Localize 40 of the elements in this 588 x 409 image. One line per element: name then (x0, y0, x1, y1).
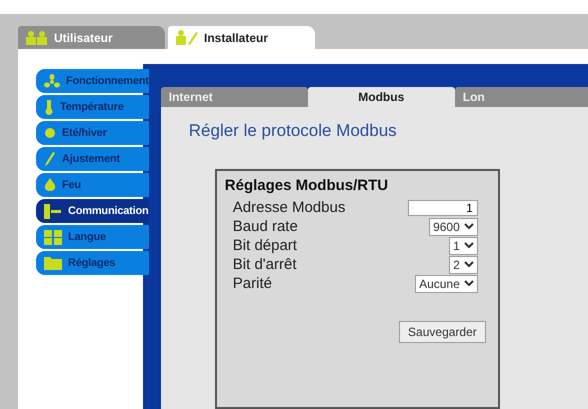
people-icon (26, 30, 48, 44)
user-tab[interactable]: Utilisateur (18, 26, 165, 49)
sidebar-item[interactable]: Langue (36, 225, 149, 249)
group-title: Réglages Modbus/RTU (224, 177, 390, 194)
dropdown[interactable]: 9600 (429, 218, 478, 236)
dropdown[interactable]: Aucune (415, 274, 478, 292)
grid-icon (44, 230, 62, 244)
flame-icon (44, 178, 56, 192)
sun-icon (44, 127, 56, 139)
sidebar-item[interactable]: Réglages (36, 251, 149, 275)
chevron-icon (464, 242, 474, 249)
sidebar-item[interactable]: Communication (36, 199, 149, 223)
dropdown[interactable]: 2 (449, 256, 478, 274)
sidebar-item[interactable]: Ajustement (36, 147, 149, 171)
sidebar-item[interactable]: Température (36, 95, 149, 119)
sub-tab[interactable]: Internet (160, 87, 308, 107)
sub-tab[interactable]: Lon (454, 87, 588, 107)
field-label: Baud rate (232, 218, 298, 235)
address-field[interactable]: 1 (408, 200, 478, 216)
chevron-icon (464, 261, 474, 268)
folder-icon (44, 256, 62, 270)
field-label: Bit d'arrêt (232, 256, 296, 273)
screwdriver-icon (44, 151, 56, 167)
dropdown[interactable]: 1 (449, 236, 478, 254)
chevron-icon (464, 280, 474, 287)
sidebar-item[interactable]: Fonctionnement (36, 69, 149, 93)
sidebar-item[interactable]: Feu (36, 173, 149, 197)
sub-tab[interactable]: Modbus (308, 87, 455, 107)
field-label: Adresse Modbus (232, 199, 346, 216)
page-title: Régler le protocole Modbus (188, 121, 398, 141)
field-label: Parité (232, 275, 272, 292)
field-label: Bit départ (232, 237, 297, 254)
connector-icon (44, 204, 62, 218)
save-button[interactable]: Sauvegarder (399, 321, 486, 343)
user-tab[interactable]: Installateur (168, 26, 315, 49)
thermometer-icon (44, 100, 54, 114)
person-tool-icon (176, 30, 198, 45)
chevron-icon (464, 223, 474, 230)
fan-icon (44, 74, 60, 88)
sidebar-item[interactable]: Eté/hiver (36, 121, 149, 145)
